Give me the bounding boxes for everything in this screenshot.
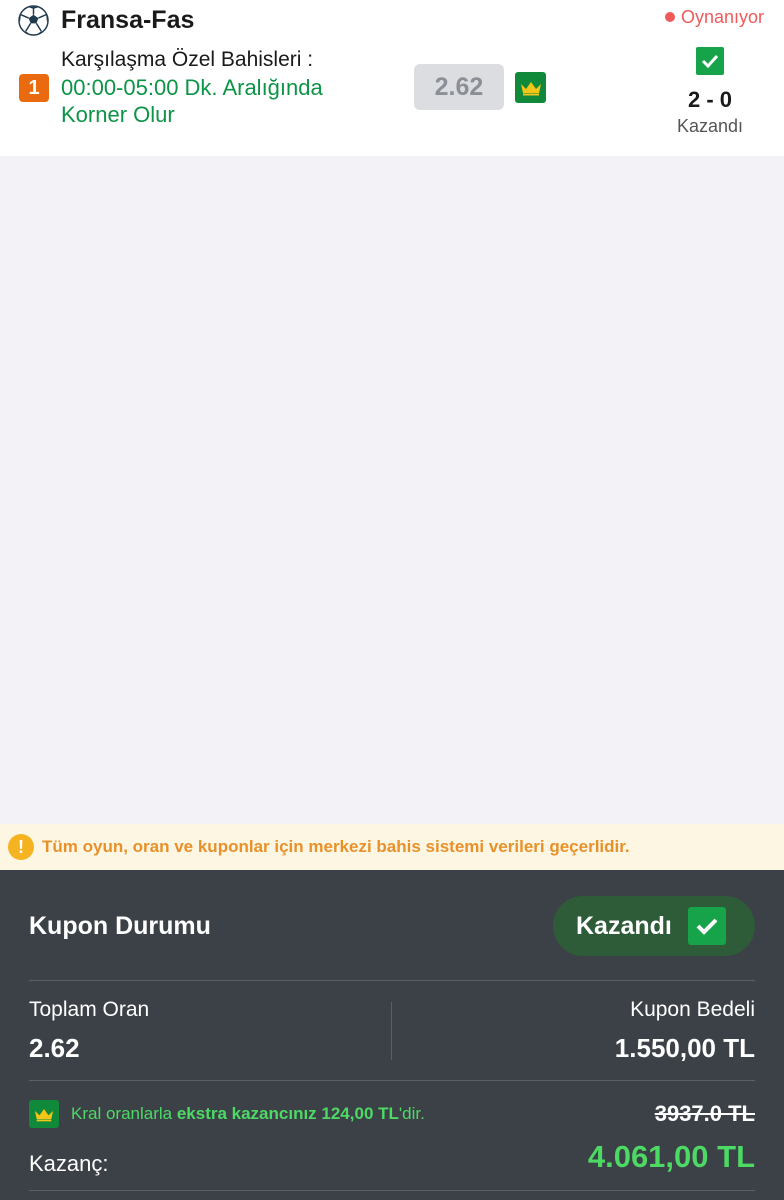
match-card[interactable]: Fransa-Fas Oynanıyor 1 Karşılaşma Özel B… [0,0,784,156]
match-score: 2 - 0 [687,87,733,112]
match-title[interactable]: Fransa-Fas [61,5,194,35]
bonus-suffix: 'dir. [398,1104,425,1123]
check-icon [696,47,724,75]
coupon-status-label: Kupon Durumu [29,912,211,940]
winnings-value: 4.061,00 TL [587,1139,755,1174]
bet-number-badge: 1 [19,74,49,102]
winnings-label: Kazanç: [29,1151,109,1176]
football-icon [18,5,49,36]
coupon-status-badge: Kazandı [553,896,755,956]
bonus-amount: ekstra kazancınız 124,00 TL [176,1104,399,1123]
stake-value: 1.550,00 TL [614,1033,755,1063]
notice-bar: ! Tüm oyun, oran ve kuponlar için merkez… [0,824,784,870]
check-icon [687,907,726,945]
divider [29,1080,755,1081]
crown-icon [515,72,546,103]
live-status-label: Oynanıyor [680,7,764,27]
bonus-text: Kral oranlarla ekstra kazancınız 124,00 … [71,1104,425,1124]
live-status: Oynanıyor [664,6,764,28]
odd-box: 2.62 [414,64,504,110]
coupon-status-value: Kazandı [576,911,672,940]
selection-name: 00:00-05:00 Dk. Aralığında Korner Olur [61,75,323,127]
vertical-divider [391,1002,392,1060]
bonus-row: Kral oranlarla ekstra kazancınız 124,00 … [29,1100,425,1128]
warning-icon: ! [8,834,34,860]
market-name: Karşılaşma Özel Bahisleri : [61,48,314,71]
live-dot-icon [664,12,675,22]
divider [29,980,755,981]
result-label: Kazandı [676,116,744,136]
stake-label: Kupon Bedeli [630,998,755,1021]
old-winnings: 3937.0 TL [654,1101,755,1126]
total-odd-label: Toplam Oran [29,998,150,1021]
bonus-prefix: Kral oranlarla [71,1104,177,1123]
coupon-panel: Kupon Durumu Kazandı Toplam Oran 2.62 Ku… [0,870,784,1200]
total-odd-value: 2.62 [29,1033,80,1063]
notice-text: Tüm oyun, oran ve kuponlar için merkezi … [42,837,630,856]
crown-icon [29,1100,59,1128]
divider [29,1190,755,1191]
